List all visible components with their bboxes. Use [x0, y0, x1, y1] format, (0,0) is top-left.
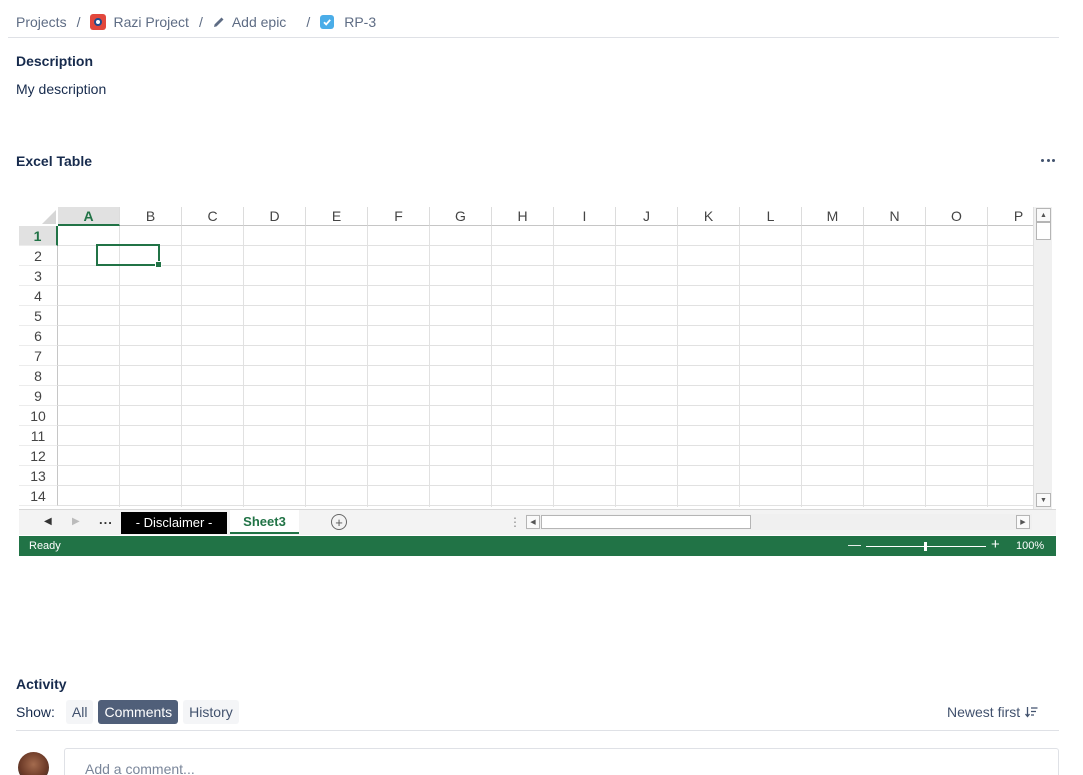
horizontal-scroll-thumb[interactable] [541, 515, 751, 529]
column-header-g[interactable]: G [430, 207, 492, 226]
column-header-p[interactable]: P [988, 207, 1033, 226]
row-header-1[interactable]: 1 [19, 226, 58, 246]
column-header-m[interactable]: M [802, 207, 864, 226]
zoom-slider[interactable] [866, 542, 986, 551]
breadcrumb-separator: / [76, 14, 81, 30]
column-header-d[interactable]: D [244, 207, 306, 226]
comment-input[interactable]: Add a comment... [64, 748, 1059, 775]
tab-more-button[interactable]: ... [99, 512, 113, 527]
filter-history-button[interactable]: History [183, 700, 239, 724]
zoom-out-icon[interactable]: — [848, 537, 861, 552]
row-header-7[interactable]: 7 [19, 346, 58, 366]
activity-heading: Activity [16, 676, 67, 692]
row-header-13[interactable]: 13 [19, 466, 58, 486]
breadcrumb-issue-label: RP-3 [344, 14, 377, 30]
filter-all-button[interactable]: All [65, 700, 94, 724]
row-header-4[interactable]: 4 [19, 286, 58, 306]
column-header-n[interactable]: N [864, 207, 926, 226]
row-header-3[interactable]: 3 [19, 266, 58, 286]
breadcrumb-project[interactable]: Razi Project [90, 14, 189, 30]
column-headers: ABCDEFGHIJKLMNOP [58, 207, 1033, 226]
activity-filter-bar: Show: All Comments History [16, 700, 244, 724]
row-header-2[interactable]: 2 [19, 246, 58, 266]
sort-descending-icon [1025, 707, 1038, 718]
activity-divider [16, 730, 1059, 731]
tab-sheet3[interactable]: Sheet3 [230, 510, 299, 534]
scroll-down-icon[interactable]: ▼ [1036, 493, 1051, 507]
select-all-corner[interactable] [19, 207, 58, 226]
breadcrumb-add-epic-label: Add epic [231, 14, 287, 30]
vertical-scrollbar[interactable]: ▲ ▼ [1033, 207, 1052, 509]
column-header-l[interactable]: L [740, 207, 802, 226]
show-label: Show: [16, 704, 55, 720]
sort-order-label: Newest first [947, 704, 1021, 720]
breadcrumb-add-epic[interactable]: Add epic [213, 14, 286, 30]
status-bar: Ready — + 100% [19, 536, 1056, 556]
row-header-8[interactable]: 8 [19, 366, 58, 386]
vertical-scroll-thumb[interactable] [1036, 222, 1051, 240]
zoom-slider-thumb[interactable] [924, 542, 927, 551]
column-header-c[interactable]: C [182, 207, 244, 226]
project-avatar-icon [90, 14, 107, 30]
column-header-a[interactable]: A [58, 207, 120, 226]
row-header-11[interactable]: 11 [19, 426, 58, 446]
excel-embed: ABCDEFGHIJKLMNOP 1 2 3 4 5 6 7 8 9 10 11 12 13 14 ▲ ▼… [19, 207, 1056, 556]
add-sheet-icon[interactable]: + [331, 514, 347, 530]
zoom-in-icon[interactable]: + [991, 536, 1000, 553]
filter-comments-button[interactable]: Comments [98, 700, 179, 724]
breadcrumb-separator: / [198, 14, 203, 30]
spreadsheet-grid: ABCDEFGHIJKLMNOP 1 2 3 4 5 6 7 8 9 10 11 12 13 14 [19, 207, 1033, 507]
cell-area[interactable] [58, 226, 1033, 507]
column-header-i[interactable]: I [554, 207, 616, 226]
comment-placeholder: Add a comment... [85, 761, 195, 775]
row-header-14[interactable]: 14 [19, 486, 58, 506]
user-avatar [18, 752, 49, 775]
column-header-h[interactable]: H [492, 207, 554, 226]
tab-disclaimer[interactable]: - Disclaimer - [121, 512, 227, 534]
breadcrumb-projects[interactable]: Projects [16, 14, 67, 30]
column-header-o[interactable]: O [926, 207, 988, 226]
row-header-10[interactable]: 10 [19, 406, 58, 426]
tab-next-icon[interactable]: ▶ [72, 516, 80, 527]
excel-table-heading: Excel Table [16, 153, 93, 169]
zoom-level[interactable]: 100% [1016, 540, 1044, 552]
more-horizontal-icon[interactable] [1038, 152, 1058, 168]
scroll-left-icon[interactable]: ◀ [526, 515, 540, 529]
tab-prev-icon[interactable]: ◀ [44, 516, 52, 527]
description-heading: Description [16, 53, 94, 69]
row-header-6[interactable]: 6 [19, 326, 58, 346]
column-header-j[interactable]: J [616, 207, 678, 226]
scroll-up-icon[interactable]: ▲ [1036, 208, 1051, 222]
column-header-f[interactable]: F [368, 207, 430, 226]
header-divider [8, 37, 1059, 38]
description-text[interactable]: My description [16, 81, 106, 97]
sheet-tab-bar: ◀ ▶ ... - Disclaimer - Sheet3 + ⋮ ◀ ▶ [19, 509, 1056, 535]
scroll-right-icon[interactable]: ▶ [1016, 515, 1030, 529]
row-header-12[interactable]: 12 [19, 446, 58, 466]
split-handle-icon[interactable]: ⋮ [509, 515, 521, 529]
row-headers: 1 2 3 4 5 6 7 8 9 10 11 12 13 14 [19, 226, 58, 506]
breadcrumb: Projects / Razi Project / Add epic / RP-… [16, 12, 376, 32]
breadcrumb-project-label: Razi Project [113, 14, 189, 30]
task-checkbox-icon [320, 15, 335, 29]
breadcrumb-separator: / [306, 14, 311, 30]
row-header-9[interactable]: 9 [19, 386, 58, 406]
status-text: Ready [29, 540, 61, 552]
column-header-e[interactable]: E [306, 207, 368, 226]
sort-order-button[interactable]: Newest first [947, 704, 1038, 720]
column-header-k[interactable]: K [678, 207, 740, 226]
column-header-b[interactable]: B [120, 207, 182, 226]
row-header-5[interactable]: 5 [19, 306, 58, 326]
pencil-icon [213, 17, 224, 27]
horizontal-scrollbar[interactable]: ◀ ▶ [526, 514, 1032, 530]
selected-cell-a1[interactable] [96, 244, 162, 268]
breadcrumb-issue[interactable]: RP-3 [320, 14, 376, 30]
